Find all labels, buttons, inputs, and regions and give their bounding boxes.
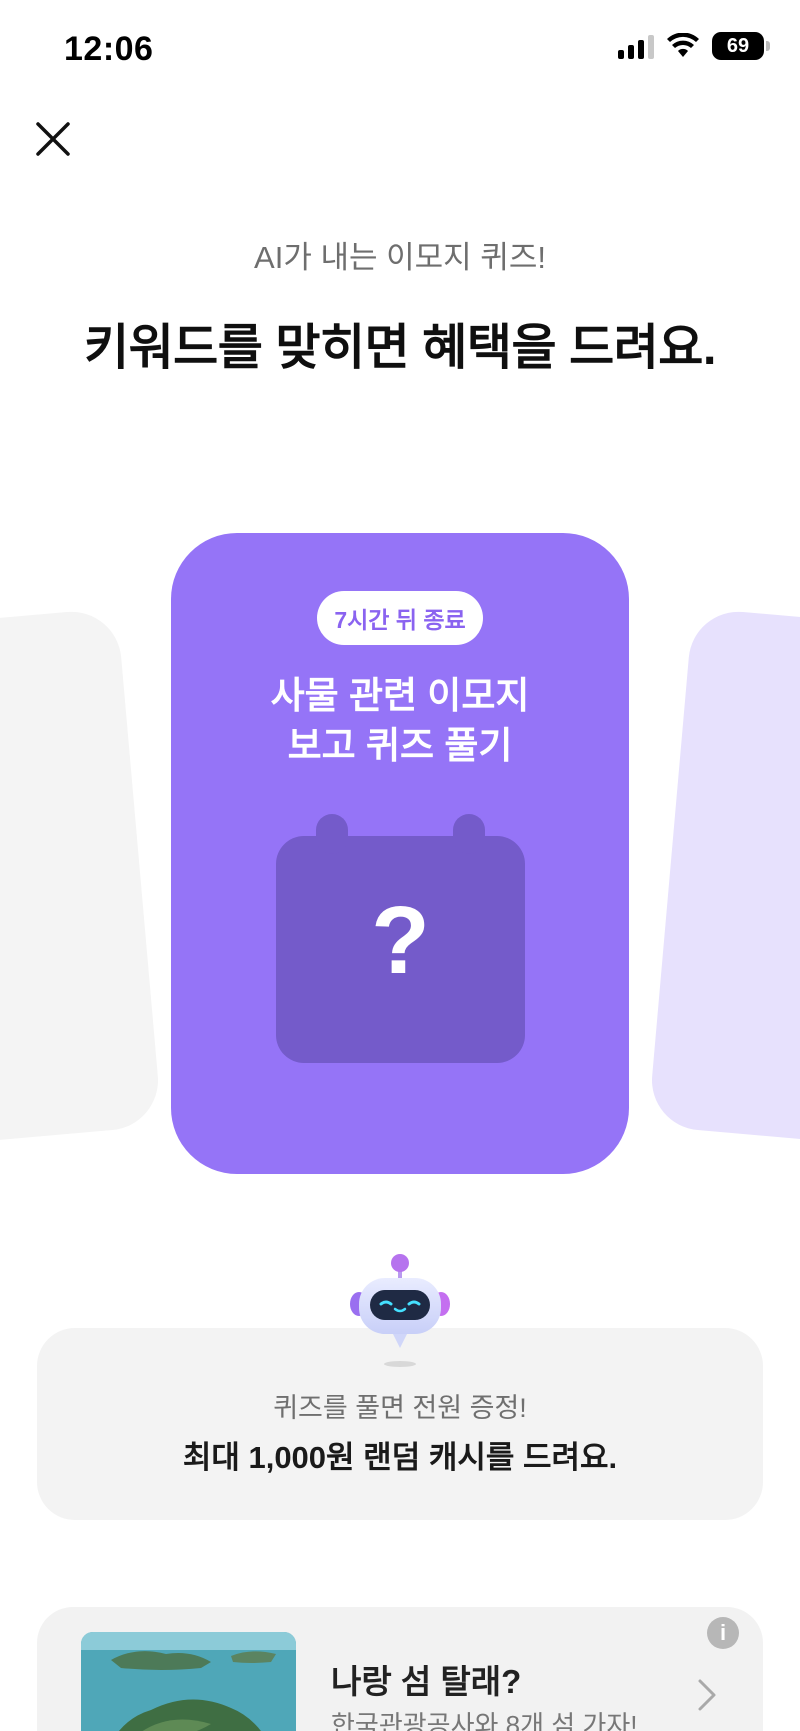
ad-banner[interactable]: 나랑 섬 탈래? 한국관광공사와 8개 섬 가자! i <box>37 1607 763 1731</box>
reward-line2: 최대 1,000원 랜덤 캐시를 드려요. <box>182 1440 618 1475</box>
wifi-icon <box>667 33 699 57</box>
quiz-card[interactable]: 7시간 뒤 종료 사물 관련 이모지 보고 퀴즈 풀기 ? <box>171 533 629 1174</box>
deadline-badge: 7시간 뒤 종료 <box>317 591 483 645</box>
island-photo <box>81 1632 296 1731</box>
ad-subtitle: 한국관광공사와 8개 섬 가자! <box>331 1710 638 1731</box>
battery-icon: 69 <box>712 32 770 60</box>
status-icons: 69 <box>618 32 770 60</box>
page-title: 키워드를 맞히면 혜택을 드려요. <box>84 321 717 375</box>
question-mark: ? <box>371 887 430 994</box>
close-icon <box>36 122 70 156</box>
quiz-card-title-line1: 사물 관련 이모지 <box>270 675 530 716</box>
chevron-right-icon <box>698 1679 716 1711</box>
status-bar: 12:06 69 <box>0 0 800 100</box>
quiz-card-title: 사물 관련 이모지 보고 퀴즈 풀기 <box>171 671 629 771</box>
calendar-icon: ? <box>276 814 525 1063</box>
calendar-ring-right <box>453 814 485 854</box>
reward-line1: 퀴즈를 풀면 전원 증정! <box>273 1393 527 1423</box>
close-button[interactable] <box>30 116 76 162</box>
page-subtitle: AI가 내는 이모지 퀴즈! <box>254 240 546 275</box>
robot-icon <box>350 1254 450 1367</box>
ad-title: 나랑 섬 탈래? <box>331 1663 522 1700</box>
calendar-ring-left <box>316 814 348 854</box>
signal-icon <box>618 33 654 59</box>
status-time: 12:06 <box>64 30 154 68</box>
info-icon[interactable]: i <box>707 1617 739 1649</box>
previous-quiz-card[interactable] <box>0 607 163 1149</box>
quiz-card-title-line2: 보고 퀴즈 풀기 <box>287 725 513 766</box>
next-quiz-card[interactable] <box>647 607 800 1149</box>
